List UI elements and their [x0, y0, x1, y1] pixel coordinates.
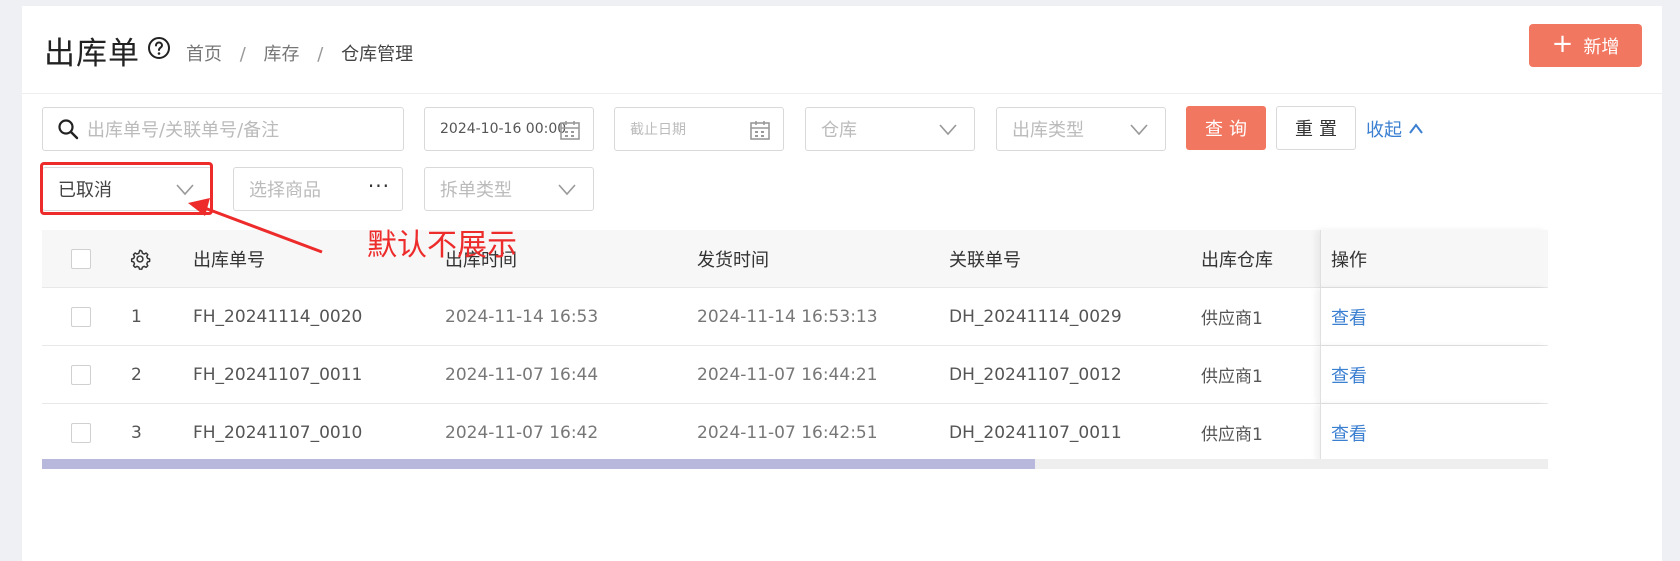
row-checkbox[interactable] — [71, 404, 91, 461]
row-ship-time: 2024-11-07 16:42:51 — [697, 422, 878, 443]
new-button[interactable]: + 新增 — [1529, 24, 1642, 67]
row-related-no: DH_20241107_0012 — [949, 364, 1122, 385]
chevron-up-icon — [1409, 123, 1423, 134]
split-type-select[interactable]: 拆单类型 — [424, 167, 594, 211]
select-all-checkbox[interactable] — [71, 230, 91, 287]
warehouse-placeholder: 仓库 — [821, 120, 857, 141]
more-icon[interactable]: ··· — [368, 174, 390, 198]
outbound-table: 出库单号 出库时间 发货时间 关联单号 出库仓库 操作 1 FH_2024111… — [42, 230, 1548, 462]
chevron-down-icon — [939, 124, 957, 136]
search-icon — [58, 119, 79, 140]
search-placeholder: 出库单号/关联单号/备注 — [87, 120, 280, 141]
column-settings-icon[interactable] — [129, 230, 151, 287]
col-header-order-no: 出库单号 — [193, 249, 265, 271]
row-index: 2 — [131, 364, 142, 385]
row-ship-time: 2024-11-14 16:53:13 — [697, 306, 878, 327]
row-index: 3 — [131, 422, 142, 443]
breadcrumb-separator: / — [317, 44, 324, 65]
new-button-label: 新增 — [1583, 36, 1620, 58]
table-header: 出库单号 出库时间 发货时间 关联单号 出库仓库 操作 — [42, 230, 1548, 288]
help-icon[interactable] — [147, 36, 171, 60]
row-index: 1 — [131, 306, 142, 327]
table-row: 2 FH_20241107_0011 2024-11-07 16:44 2024… — [42, 346, 1548, 404]
plus-icon: + — [1551, 29, 1574, 59]
query-button[interactable]: 查询 — [1186, 106, 1266, 150]
col-header-related-no: 关联单号 — [949, 249, 1021, 271]
view-link[interactable]: 查看 — [1331, 288, 1367, 345]
breadcrumb-inventory[interactable]: 库存 — [264, 40, 300, 66]
col-header-ship-time: 发货时间 — [697, 249, 769, 271]
breadcrumb-current: 仓库管理 — [341, 44, 414, 65]
split-type-placeholder: 拆单类型 — [440, 180, 512, 201]
page-header: 出库单 首页 / 库存 / 仓库管理 + 新增 — [22, 6, 1662, 94]
product-select[interactable]: 选择商品 ··· — [233, 167, 403, 211]
end-date-placeholder: 截止日期 — [630, 122, 686, 138]
row-order-no: FH_20241107_0010 — [193, 422, 363, 443]
table-row: 3 FH_20241107_0010 2024-11-07 16:42 2024… — [42, 404, 1548, 462]
row-out-time: 2024-11-14 16:53 — [445, 306, 599, 327]
row-related-no: DH_20241107_0011 — [949, 422, 1122, 443]
row-action-cell: 查看 — [1320, 288, 1548, 345]
chevron-down-icon — [558, 184, 576, 196]
row-related-no: DH_20241114_0029 — [949, 306, 1122, 327]
page-title: 出库单 — [44, 36, 140, 72]
col-header-action: 操作 — [1331, 249, 1367, 271]
collapse-link-label: 收起 — [1366, 120, 1402, 141]
annotation-text: 默认不展示 — [367, 228, 517, 263]
end-date-field[interactable]: 截止日期 — [614, 107, 784, 151]
row-action-cell: 查看 — [1320, 346, 1548, 403]
row-warehouse: 供应商1 — [1201, 425, 1263, 445]
outbound-type-select[interactable]: 出库类型 — [996, 107, 1166, 151]
breadcrumb-separator: / — [239, 44, 246, 65]
table-row: 1 FH_20241114_0020 2024-11-14 16:53 2024… — [42, 288, 1548, 346]
row-checkbox[interactable] — [71, 288, 91, 345]
calendar-icon — [560, 121, 580, 140]
outbound-type-placeholder: 出库类型 — [1012, 120, 1084, 141]
view-link[interactable]: 查看 — [1331, 346, 1367, 403]
product-placeholder: 选择商品 — [249, 180, 321, 201]
view-link[interactable]: 查看 — [1331, 404, 1367, 461]
reset-button[interactable]: 重置 — [1276, 106, 1356, 150]
row-order-no: FH_20241107_0011 — [193, 364, 363, 385]
chevron-down-icon — [1130, 124, 1148, 136]
horizontal-scrollbar[interactable] — [42, 459, 1548, 469]
warehouse-select[interactable]: 仓库 — [805, 107, 975, 151]
row-out-time: 2024-11-07 16:42 — [445, 422, 599, 443]
scrollbar-thumb[interactable] — [42, 459, 1035, 469]
row-out-time: 2024-11-07 16:44 — [445, 364, 599, 385]
start-date-field[interactable]: 2024-10-16 00:00 — [424, 107, 594, 151]
row-order-no: FH_20241114_0020 — [193, 306, 363, 327]
row-checkbox[interactable] — [71, 346, 91, 403]
row-ship-time: 2024-11-07 16:44:21 — [697, 364, 878, 385]
main-panel: 出库单 首页 / 库存 / 仓库管理 + 新增 出库单号/关联单号/备注 202… — [22, 6, 1662, 561]
annotation-highlight-box — [40, 162, 213, 215]
col-header-warehouse: 出库仓库 — [1201, 249, 1273, 271]
start-date-value: 2024-10-16 00:00 — [440, 121, 567, 137]
breadcrumb: 首页 / 库存 / 仓库管理 — [186, 40, 413, 66]
search-input[interactable]: 出库单号/关联单号/备注 — [42, 107, 404, 151]
collapse-link[interactable]: 收起 — [1366, 116, 1424, 142]
row-warehouse: 供应商1 — [1201, 367, 1263, 387]
row-action-cell: 查看 — [1320, 404, 1548, 461]
row-warehouse: 供应商1 — [1201, 309, 1263, 329]
calendar-icon — [750, 121, 770, 140]
breadcrumb-home[interactable]: 首页 — [186, 40, 222, 66]
col-header-action-cell: 操作 — [1320, 230, 1548, 287]
